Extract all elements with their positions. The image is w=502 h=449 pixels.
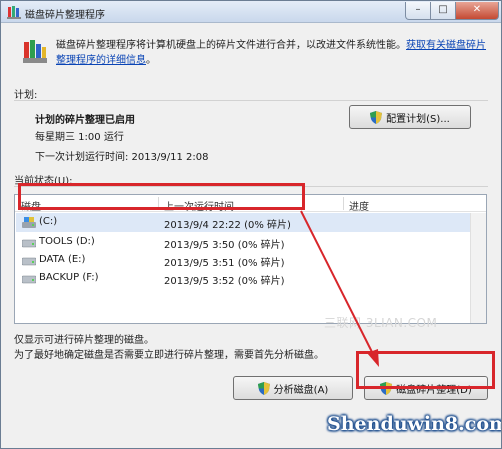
disk-last-run: 2013/9/5 3:51 (0% 碎片) xyxy=(164,258,285,269)
disk-name: (C:) xyxy=(39,216,58,227)
schedule-section-label: 计划: xyxy=(14,90,38,101)
column-divider xyxy=(343,197,344,210)
intro-description: 磁盘碎片整理程序将计算机硬盘上的碎片文件进行合并，以改进文件系统性能。 xyxy=(56,40,406,51)
column-header-progress[interactable]: 进度 xyxy=(349,198,369,213)
disk-last-run: 2013/9/5 3:50 (0% 碎片) xyxy=(164,240,285,251)
window-title: 磁盘碎片整理程序 xyxy=(25,10,105,21)
intro-text: 磁盘碎片整理程序将计算机硬盘上的碎片文件进行合并，以改进文件系统性能。获取有关磁… xyxy=(56,38,486,68)
minimize-button[interactable]: – xyxy=(405,2,431,20)
disk-row[interactable]: (C:) 2013/9/4 22:22 (0% 碎片) xyxy=(16,213,485,232)
highlight-box-c-drive xyxy=(18,183,305,210)
title-bar[interactable]: 磁盘碎片整理程序 – □ ✕ xyxy=(1,1,501,23)
disk-name: DATA (E:) xyxy=(39,254,86,265)
watermark-brand: Shenduwin8.com xyxy=(327,413,502,435)
disk-row[interactable]: DATA (E:) 2013/9/5 3:51 (0% 碎片) xyxy=(16,251,485,270)
hard-drive-icon xyxy=(22,275,36,284)
defrag-large-icon xyxy=(23,40,47,63)
schedule-status: 计划的碎片整理已启用 xyxy=(35,115,135,126)
footer-note-disks: 仅显示可进行碎片整理的磁盘。 xyxy=(14,335,154,346)
disk-row[interactable]: BACKUP (F:) 2013/9/5 3:52 (0% 碎片) xyxy=(16,269,485,288)
uac-shield-icon xyxy=(257,381,270,395)
schedule-next-run: 下一次计划运行时间: 2013/9/11 2:08 xyxy=(35,152,209,163)
disk-row[interactable]: TOOLS (D:) 2013/9/5 3:50 (0% 碎片) xyxy=(16,233,485,252)
defrag-app-icon xyxy=(7,6,21,19)
uac-shield-icon xyxy=(370,110,383,124)
disk-name: TOOLS (D:) xyxy=(39,236,95,247)
defrag-window: 磁盘碎片整理程序 – □ ✕ 磁盘碎片整理程序将计算机硬盘上的碎片文件进行合并，… xyxy=(0,0,502,449)
schedule-frequency: 每星期三 1:00 运行 xyxy=(35,132,124,143)
hard-drive-icon xyxy=(22,257,36,266)
system-drive-icon xyxy=(22,217,36,228)
hard-drive-icon xyxy=(22,239,36,248)
highlight-box-defrag-button xyxy=(356,351,495,389)
configure-schedule-label: 配置计划(S)... xyxy=(386,113,450,125)
disk-last-run: 2013/9/5 3:52 (0% 碎片) xyxy=(164,276,285,287)
maximize-button[interactable]: □ xyxy=(430,2,456,20)
configure-schedule-button[interactable]: 配置计划(S)... xyxy=(349,105,471,129)
analyze-disk-button[interactable]: 分析磁盘(A) xyxy=(233,376,353,400)
close-button[interactable]: ✕ xyxy=(455,2,499,20)
footer-note-analyze: 为了最好地确定磁盘是否需要立即进行碎片整理，需要首先分析磁盘。 xyxy=(14,350,324,361)
watermark-3lian: 三联网 3LIAN.COM xyxy=(324,316,438,330)
disk-last-run: 2013/9/4 22:22 (0% 碎片) xyxy=(164,220,291,231)
disk-list[interactable]: 磁盘 上一次运行时间 进度 (C:) 2013/9/4 22:22 (0% 碎片… xyxy=(14,194,487,324)
schedule-divider xyxy=(14,100,488,101)
disk-list-scrollbar[interactable] xyxy=(470,213,486,323)
intro-tail: 。 xyxy=(146,55,156,66)
analyze-disk-label: 分析磁盘(A) xyxy=(273,384,329,396)
disk-name: BACKUP (F:) xyxy=(39,272,99,283)
